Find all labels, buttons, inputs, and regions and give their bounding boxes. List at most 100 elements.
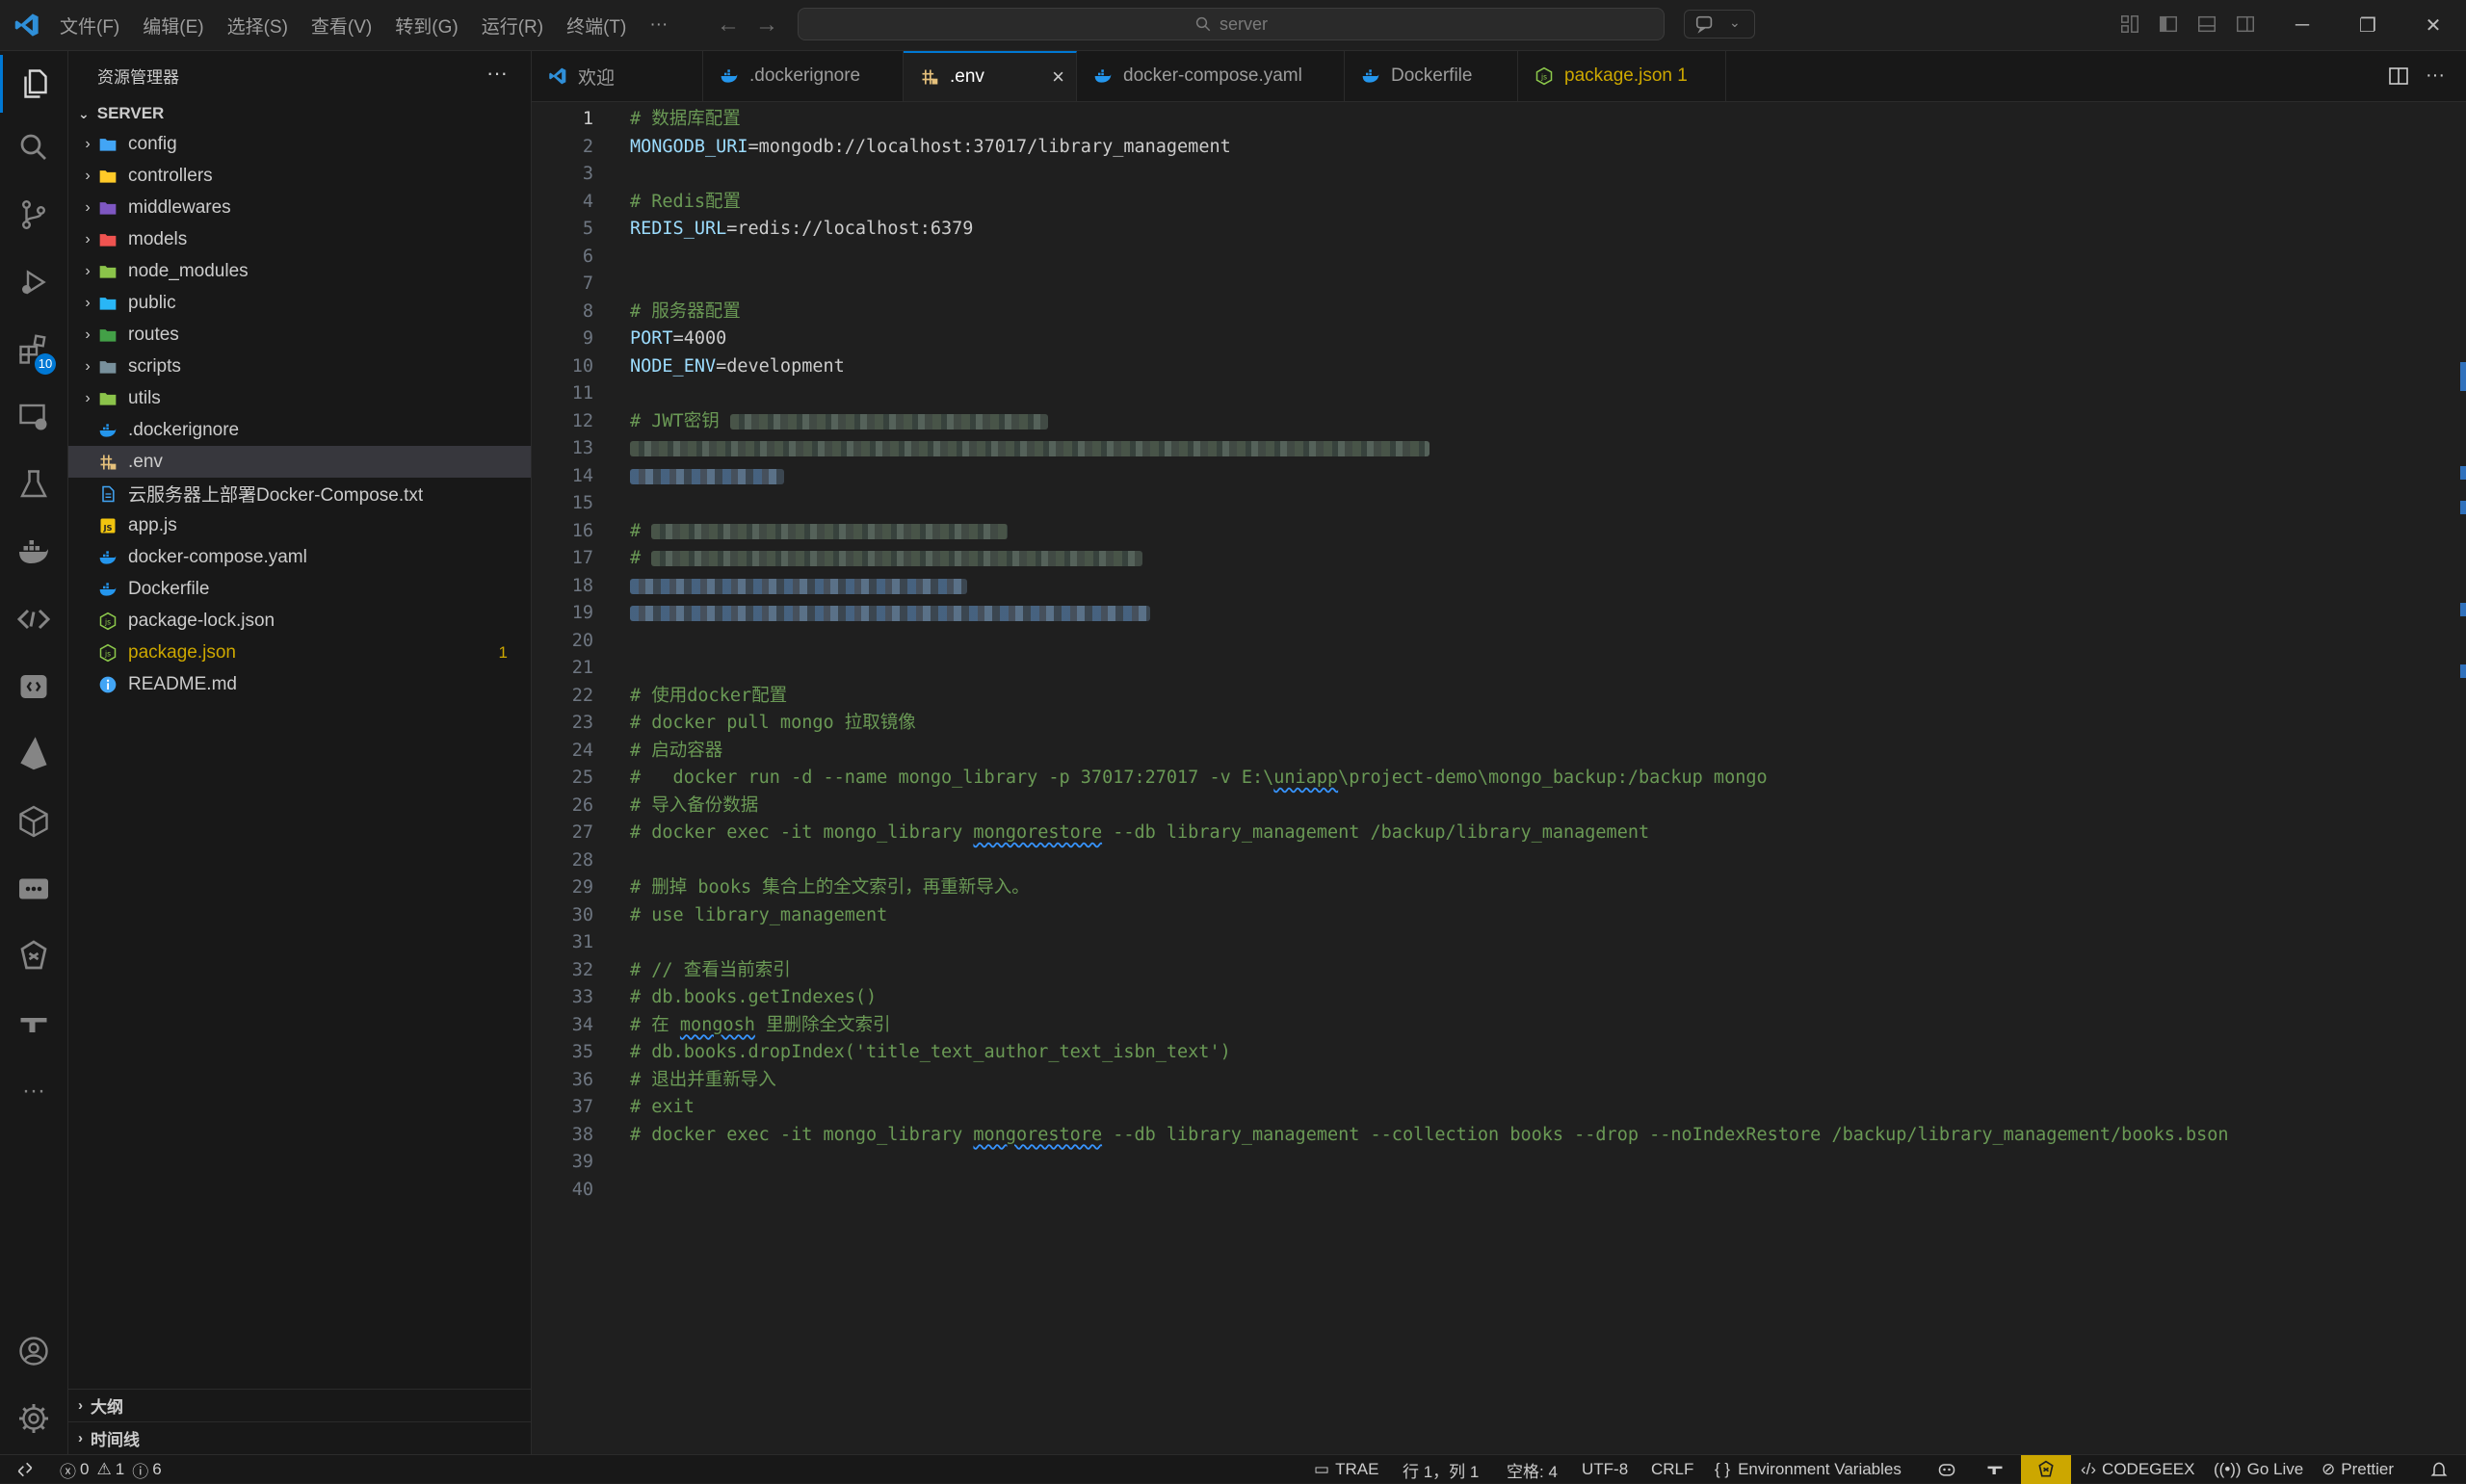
menu-item[interactable]: 运行(R) [482, 13, 543, 39]
prisma-icon[interactable] [0, 725, 67, 783]
menu-item[interactable]: 编辑(E) [143, 13, 203, 39]
file-item[interactable]: Dockerfile [68, 573, 531, 605]
forward-arrow-icon[interactable]: → [753, 12, 780, 39]
package-icon[interactable] [0, 793, 67, 850]
indentation[interactable]: 空格: 4 [1507, 1455, 1558, 1484]
menu-item[interactable]: 查看(V) [311, 13, 372, 39]
folder-item[interactable]: › config [68, 128, 531, 160]
source-control-icon[interactable] [0, 186, 67, 244]
web-preview-icon[interactable] [0, 658, 67, 716]
file-item[interactable]: js package-lock.json [68, 605, 531, 637]
spelling-squiggle-token: mongosh [679, 1014, 755, 1035]
menu-item[interactable]: 终端(T) [566, 13, 626, 39]
tab-label: 欢迎 [578, 67, 616, 89]
split-editor-icon[interactable] [2387, 65, 2410, 88]
file-item[interactable]: 云服务器上部署Docker-Compose.txt [68, 478, 531, 509]
tab-env[interactable]: .env × [904, 51, 1077, 101]
notifications-icon[interactable] [2429, 1455, 2449, 1484]
manage-gear-icon[interactable] [0, 1390, 67, 1447]
remote-indicator[interactable] [15, 1455, 35, 1484]
codegeex-status-item[interactable]: ‹/› CODEGEEX [2081, 1455, 2194, 1484]
tab-docker-compose-yaml[interactable]: docker-compose.yaml [1077, 51, 1345, 101]
code-editor[interactable]: 1 # 数据库配置 2 MONGODB_URI=mongodb://localhost… [532, 102, 2466, 1454]
file-name: Dockerfile [128, 578, 210, 599]
tab-dockerfile[interactable]: Dockerfile [1345, 51, 1518, 101]
folder-item[interactable]: › scripts [68, 351, 531, 382]
menu-item[interactable]: 文件(F) [60, 13, 119, 39]
outline-panel-header[interactable]: › 大纲 [68, 1389, 531, 1421]
trae-item[interactable]: ▭ TRAE [1314, 1455, 1378, 1484]
encoding[interactable]: UTF-8 [1582, 1455, 1628, 1484]
line-content [630, 463, 784, 490]
toggle-primary-sidebar-icon[interactable] [2158, 13, 2179, 35]
folder-item[interactable]: › public [68, 287, 531, 319]
codegeex-icon[interactable] [0, 590, 67, 648]
file-item[interactable]: README.md [68, 668, 531, 700]
file-item[interactable]: js package.json 1 [68, 637, 531, 668]
navigation-arrows: ← → [715, 12, 792, 39]
more-views-icon[interactable]: ··· [0, 1062, 67, 1120]
search-view-icon[interactable] [0, 118, 67, 176]
tab-package-json-1[interactable]: js package.json 1 [1518, 51, 1726, 101]
explorer-icon[interactable] [0, 55, 67, 113]
more-actions-icon[interactable]: ··· [486, 61, 508, 86]
go-live-button[interactable]: ((•)) Go Live [2214, 1455, 2303, 1484]
remote-window-icon[interactable] [0, 860, 67, 918]
tab-[interactable]: 欢迎 [532, 51, 703, 101]
accounts-icon[interactable] [0, 1322, 67, 1380]
tab-dockerignore[interactable]: .dockerignore [703, 51, 904, 101]
line-number: 34 [571, 1014, 593, 1035]
back-arrow-icon[interactable]: ← [715, 12, 742, 39]
file-name: scripts [128, 355, 181, 377]
code-line: 25 # docker run -d --name mongo_library -… [532, 765, 2458, 792]
testing-icon[interactable] [0, 456, 67, 513]
gitlens-icon[interactable] [0, 927, 67, 985]
file-item[interactable]: docker-compose.yaml [68, 541, 531, 573]
file-item[interactable]: JS app.js [68, 509, 531, 541]
ports-icon[interactable] [0, 995, 67, 1053]
more-editor-actions-icon[interactable]: ··· [2426, 65, 2449, 88]
ports-item[interactable] [1984, 1455, 2006, 1484]
editor-scrollbar[interactable] [2453, 102, 2466, 1454]
cursor-position[interactable]: 行 1，列 1 [1403, 1455, 1479, 1484]
problems-indicator[interactable]: ⓧ 0 ⚠ 1 ⓘ 6 [60, 1455, 162, 1484]
folder-item[interactable]: › middlewares [68, 192, 531, 223]
customize-layout-icon[interactable] [2119, 13, 2140, 35]
code-token: # db.books.getIndexes() [630, 987, 878, 1007]
command-center-search[interactable]: server [798, 8, 1665, 40]
toggle-panel-icon[interactable] [2196, 13, 2217, 35]
file-item[interactable]: .env [68, 446, 531, 478]
language-mode[interactable]: { } Environment Variables [1715, 1455, 1902, 1484]
docker-icon[interactable] [0, 523, 67, 581]
copilot-item[interactable] [1936, 1455, 1957, 1484]
close-tab-icon[interactable]: × [1052, 65, 1064, 90]
timeline-panel-header[interactable]: › 时间线 [68, 1421, 531, 1454]
folder-item[interactable]: › models [68, 223, 531, 255]
tab-label: .dockerignore [749, 65, 861, 86]
prettier-item[interactable]: ⊘ Prettier [2322, 1455, 2394, 1484]
chat-dropdown-button[interactable]: ⌄ [1684, 10, 1755, 39]
file-item[interactable]: .dockerignore [68, 414, 531, 446]
chevron-right-icon: › [85, 167, 91, 184]
menu-item[interactable]: 选择(S) [227, 13, 288, 39]
folder-item[interactable]: › node_modules [68, 255, 531, 287]
toggle-secondary-sidebar-icon[interactable] [2235, 13, 2256, 35]
extensions-icon[interactable]: 10 [0, 321, 67, 378]
workspace-section-header[interactable]: ⌄ SERVER [68, 99, 531, 128]
menu-item[interactable]: ··· [649, 14, 668, 36]
minimize-icon[interactable]: ─ [2269, 0, 2335, 50]
run-debug-icon[interactable] [0, 253, 67, 311]
folder-item[interactable]: › utils [68, 382, 531, 414]
gitlens-status-item[interactable] [2021, 1455, 2071, 1484]
remote-explorer-icon[interactable] [0, 388, 67, 446]
language-label: Environment Variables [1738, 1460, 1902, 1478]
restore-icon[interactable]: ❐ [2335, 0, 2400, 50]
code-line: 27 # docker exec -it mongo_library mongor… [532, 820, 2458, 846]
close-window-icon[interactable]: ✕ [2400, 0, 2466, 50]
folder-item[interactable]: › routes [68, 319, 531, 351]
folder-item[interactable]: › controllers [68, 160, 531, 192]
line-number: 2 [582, 136, 593, 157]
line-content: # docker pull mongo 拉取镜像 [630, 710, 916, 737]
line-ending[interactable]: CRLF [1651, 1455, 1693, 1484]
menu-item[interactable]: 转到(G) [395, 13, 458, 39]
